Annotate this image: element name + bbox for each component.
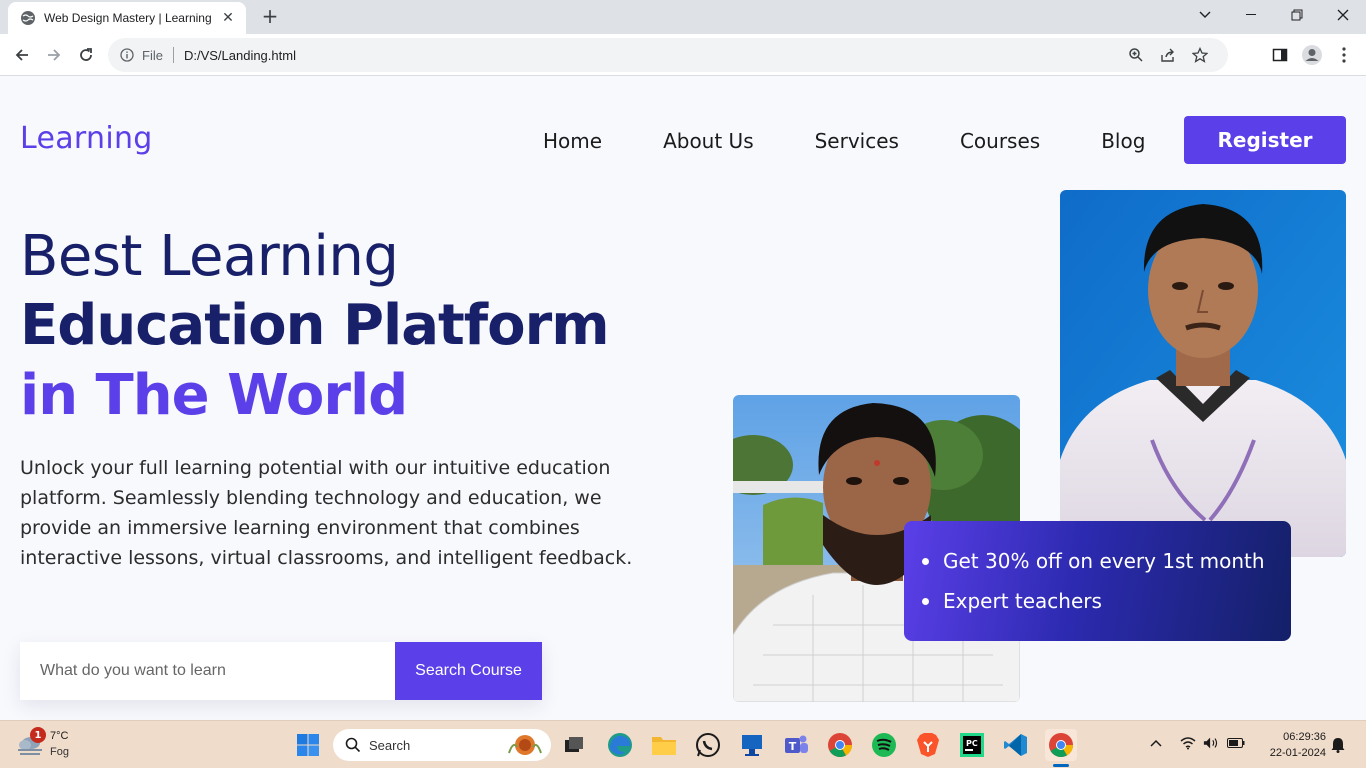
edge-browser-icon[interactable] xyxy=(605,730,635,760)
back-icon[interactable] xyxy=(10,43,34,67)
volume-icon[interactable] xyxy=(1203,735,1219,751)
search-label: Search xyxy=(369,737,411,753)
tab-close-icon[interactable]: ✕ xyxy=(220,10,236,26)
globe-icon xyxy=(20,10,36,26)
taskbar-search-box[interactable]: Search xyxy=(333,729,551,761)
chrome-active-icon[interactable] xyxy=(1045,729,1077,761)
bookmark-star-icon[interactable] xyxy=(1190,45,1210,65)
file-label: File xyxy=(142,47,163,63)
zoom-icon[interactable] xyxy=(1126,45,1146,65)
task-view-icon[interactable] xyxy=(559,730,589,760)
nav-home[interactable]: Home xyxy=(543,129,602,153)
notification-badge: 1 xyxy=(30,727,46,743)
url-text[interactable]: D:/VS/Landing.html xyxy=(184,48,296,63)
side-panel-icon[interactable] xyxy=(1268,43,1292,67)
spotify-icon[interactable] xyxy=(869,730,899,760)
chevron-up-icon[interactable] xyxy=(1148,735,1164,751)
clock-date: 22-01-2024 xyxy=(1269,747,1326,759)
browser-toolbar: File D:/VS/Landing.html xyxy=(0,34,1366,76)
window-close-icon[interactable] xyxy=(1320,0,1366,30)
weather-condition: Fog xyxy=(50,746,69,758)
search-icon xyxy=(345,737,361,753)
teams-icon[interactable]: T xyxy=(781,730,811,760)
notification-bell-icon[interactable] xyxy=(1330,736,1346,754)
bullet-icon xyxy=(922,597,929,605)
bullet-icon xyxy=(922,557,929,565)
windows-start-icon[interactable] xyxy=(293,730,323,760)
nav-blog[interactable]: Blog xyxy=(1101,129,1145,153)
address-divider xyxy=(172,47,174,63)
forward-icon[interactable] xyxy=(42,43,66,67)
promo-card: Get 30% off on every 1st month Expert te… xyxy=(904,521,1291,641)
promo-item-discount: Get 30% off on every 1st month xyxy=(922,541,1291,581)
nav-about-us[interactable]: About Us xyxy=(663,129,754,153)
address-bar[interactable]: File D:/VS/Landing.html xyxy=(108,38,1228,72)
site-logo[interactable]: Learning xyxy=(20,121,153,156)
info-icon[interactable] xyxy=(120,48,134,62)
clock-time: 06:29:36 xyxy=(1283,731,1326,743)
search-highlight-icon xyxy=(505,733,545,757)
pycharm-icon[interactable]: PC xyxy=(957,730,987,760)
system-clock[interactable]: 06:29:36 22-01-2024 xyxy=(1256,729,1326,761)
register-button[interactable]: Register xyxy=(1184,116,1346,164)
chrome-icon[interactable] xyxy=(825,730,855,760)
main-nav: Home About Us Services Courses Blog xyxy=(543,129,1145,153)
hero-title-line3: in The World xyxy=(20,363,408,428)
landing-page: Learning Home About Us Services Courses … xyxy=(0,77,1366,720)
battery-icon[interactable] xyxy=(1227,735,1245,751)
course-search-bar: Search Course xyxy=(20,642,542,700)
promo-item-teachers: Expert teachers xyxy=(922,581,1291,621)
svg-text:PC: PC xyxy=(966,739,978,748)
windows-taskbar: 1 7°C Fog Search T PC 06:29:36 22-01-202… xyxy=(0,720,1366,768)
search-course-button[interactable]: Search Course xyxy=(395,642,542,700)
restore-icon[interactable] xyxy=(1274,0,1320,30)
active-app-indicator xyxy=(1053,764,1069,767)
hero-description: Unlock your full learning potential with… xyxy=(20,457,633,569)
nav-services[interactable]: Services xyxy=(815,129,899,153)
vscode-icon[interactable] xyxy=(1001,730,1031,760)
new-tab-icon[interactable]: + xyxy=(260,6,280,26)
svg-text:T: T xyxy=(789,740,797,753)
wifi-icon[interactable] xyxy=(1180,735,1196,751)
share-icon[interactable] xyxy=(1158,45,1178,65)
whatsapp-icon[interactable] xyxy=(693,730,723,760)
browser-tab-strip: Web Design Mastery | Learning Platform ✕… xyxy=(0,0,1366,34)
hero-title-line1: Best Learning xyxy=(20,224,399,289)
weather-widget[interactable]: 1 7°C Fog xyxy=(16,727,86,763)
brave-icon[interactable] xyxy=(913,730,943,760)
menu-kebab-icon[interactable] xyxy=(1332,43,1356,67)
browser-tab[interactable]: Web Design Mastery | Learning Platform ✕ xyxy=(8,2,246,34)
instructor-photo-1 xyxy=(1060,190,1346,557)
nav-courses[interactable]: Courses xyxy=(960,129,1040,153)
course-search-input[interactable] xyxy=(20,642,395,700)
tab-search-icon[interactable] xyxy=(1182,0,1228,30)
reload-icon[interactable] xyxy=(74,43,98,67)
file-explorer-icon[interactable] xyxy=(649,730,679,760)
temperature: 7°C xyxy=(50,730,69,742)
profile-avatar-icon[interactable] xyxy=(1300,43,1324,67)
minimize-icon[interactable] xyxy=(1228,0,1274,30)
hero-title-line2: Education Platform xyxy=(20,293,610,358)
tab-title: Web Design Mastery | Learning Platform xyxy=(44,11,212,25)
remote-desktop-icon[interactable] xyxy=(737,730,767,760)
